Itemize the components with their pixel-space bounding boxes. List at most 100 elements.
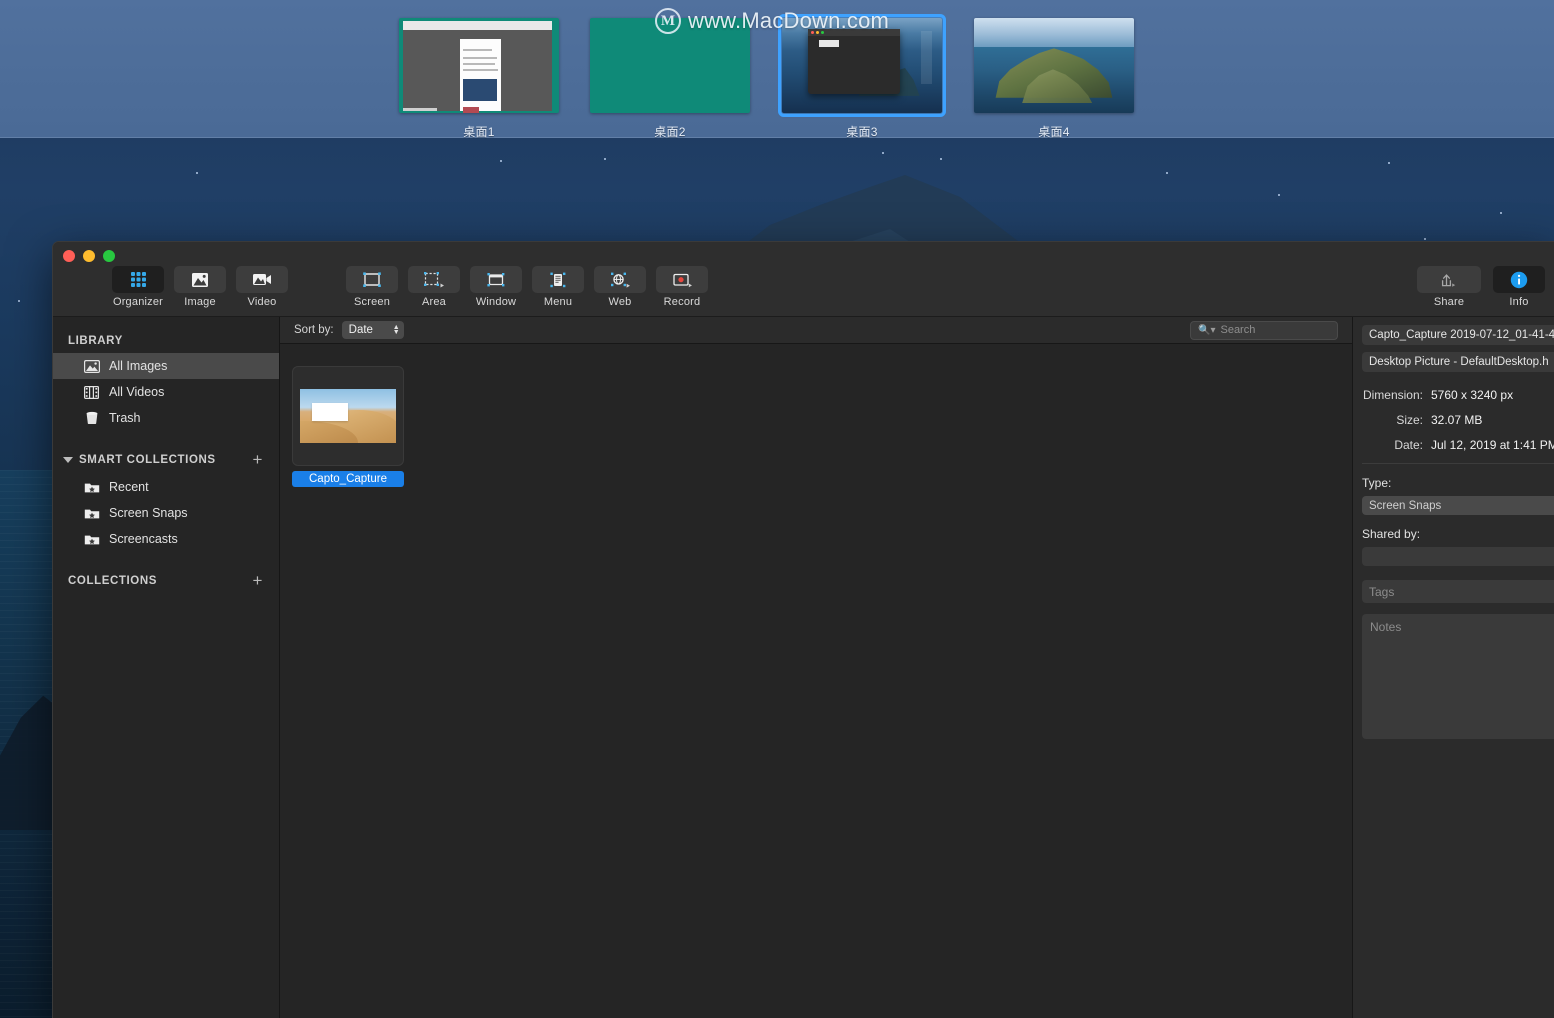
info-tags-field[interactable]: Tags (1362, 580, 1554, 603)
sort-by-label: Sort by: (294, 324, 334, 336)
space-label-3: 桌面3 (846, 125, 878, 139)
toolbar-web-button[interactable]: Web (591, 266, 649, 308)
info-metadata-rows: Dimension: 5760 x 3240 px Size: 32.07 MB… (1362, 388, 1554, 452)
area-capture-icon (408, 266, 460, 293)
sidebar-header-smart-collections-label: SMART COLLECTIONS (79, 453, 216, 466)
toolbar-mode-group: Organizer Image Video (109, 266, 291, 308)
macdown-logo-icon: M (655, 8, 681, 34)
zoom-button[interactable] (103, 250, 115, 262)
info-size-key: Size: (1396, 413, 1423, 427)
sidebar-item-screencasts-label: Screencasts (109, 532, 178, 546)
toolbar-screen-button[interactable]: Screen (343, 266, 401, 308)
sort-bar: Sort by: Date ▲ ▼ 🔍▾ Search (280, 317, 1352, 344)
stepper-icon: ▲ ▼ (392, 324, 400, 336)
toolbar-image-label: Image (184, 296, 216, 308)
info-source-field[interactable]: Desktop Picture - DefaultDesktop.h (1362, 352, 1554, 372)
toolbar-image-button[interactable]: Image (171, 266, 229, 308)
share-icon (1417, 266, 1481, 293)
window-body: LIBRARY All Images All Videos Trash SMAR… (53, 317, 1554, 1018)
info-filename-field[interactable]: Capto_Capture 2019-07-12_01-41-4 (1362, 325, 1554, 345)
toolbar-window-button[interactable]: Window (467, 266, 525, 308)
macdown-watermark-text: www.MacDown.com (688, 8, 890, 33)
capto-app-window: Organizer Image Video Screen Area Window… (52, 241, 1554, 1018)
grid-icon (112, 266, 164, 293)
sidebar-item-screen-snaps-label: Screen Snaps (109, 506, 188, 520)
toolbar-capture-group: Screen Area Window Menu Web Record (343, 266, 711, 308)
toolbar-area-button[interactable]: Area (405, 266, 463, 308)
content-area: Sort by: Date ▲ ▼ 🔍▾ Search Capto_Captur… (280, 317, 1352, 1018)
menu-capture-icon (532, 266, 584, 293)
info-shared-by-field[interactable] (1362, 547, 1554, 566)
info-dimension-value: 5760 x 3240 px (1431, 388, 1514, 402)
sidebar-item-all-images[interactable]: All Images (53, 353, 279, 379)
search-field[interactable]: 🔍▾ Search (1190, 320, 1338, 340)
toolbar-video-button[interactable]: Video (233, 266, 291, 308)
library-sidebar: LIBRARY All Images All Videos Trash SMAR… (53, 317, 280, 1018)
space-thumbnail-2[interactable]: 桌面2 (590, 18, 750, 140)
info-size-value: 32.07 MB (1431, 413, 1483, 427)
asset-thumbnail[interactable] (292, 366, 404, 466)
space-preview-1 (399, 18, 559, 113)
info-tags-placeholder: Tags (1369, 584, 1395, 599)
space-thumbnail-1[interactable]: 桌面1 (399, 18, 559, 140)
info-shared-by-label: Shared by: (1362, 527, 1421, 541)
sidebar-header-collections-label: COLLECTIONS (68, 574, 158, 587)
smart-folder-icon (83, 480, 100, 495)
sidebar-header-collections[interactable]: COLLECTIONS + (53, 566, 279, 595)
toolbar-record-button[interactable]: Record (653, 266, 711, 308)
sidebar-item-screen-snaps[interactable]: Screen Snaps (53, 500, 279, 526)
web-capture-icon (594, 266, 646, 293)
info-row-size: Size: 32.07 MB (1362, 413, 1554, 427)
toolbar-record-label: Record (663, 296, 701, 308)
mojave-desert-dune-image (300, 389, 396, 443)
sidebar-item-screencasts[interactable]: Screencasts (53, 526, 279, 552)
close-button[interactable] (63, 250, 75, 262)
asset-item[interactable]: Capto_Capture (292, 366, 404, 487)
sort-by-value: Date (348, 324, 373, 336)
film-strip-icon (83, 385, 100, 400)
minimize-button[interactable] (83, 250, 95, 262)
space-preview-4 (974, 18, 1134, 113)
space-thumbnail-3[interactable]: 桌面3 (778, 14, 946, 140)
sidebar-item-all-videos[interactable]: All Videos (53, 379, 279, 405)
info-row-date: Date: Jul 12, 2019 at 1:41 PM (1362, 438, 1554, 452)
space-label-1: 桌面1 (463, 125, 495, 139)
search-placeholder: Search (1220, 324, 1256, 336)
toolbar-area-label: Area (421, 296, 447, 308)
asset-grid: Capto_Capture (280, 344, 1352, 1018)
screen-capture-icon (346, 266, 398, 293)
sidebar-item-trash[interactable]: Trash (53, 405, 279, 431)
info-type-value: Screen Snaps (1369, 499, 1442, 512)
space-thumbnail-4[interactable]: 桌面4 (974, 18, 1134, 140)
info-notes-placeholder: Notes (1370, 620, 1402, 634)
toolbar-organizer-button[interactable]: Organizer (109, 266, 167, 308)
sidebar-header-smart-collections[interactable]: SMART COLLECTIONS + (53, 445, 279, 474)
toolbar-share-button[interactable]: Share (1412, 266, 1486, 308)
add-smart-collection-button[interactable]: + (252, 451, 263, 468)
sidebar-item-recent[interactable]: Recent (53, 474, 279, 500)
window-capture-icon (470, 266, 522, 293)
toolbar-menu-label: Menu (543, 296, 573, 308)
trash-icon (83, 411, 100, 426)
chevron-down-icon[interactable] (63, 456, 73, 463)
info-divider (1362, 463, 1554, 464)
info-notes-field[interactable]: Notes (1362, 614, 1554, 739)
app-toolbar: Organizer Image Video Screen Area Window… (53, 242, 1554, 317)
record-icon (656, 266, 708, 293)
toolbar-share-label: Share (1433, 296, 1465, 308)
toolbar-menu-button[interactable]: Menu (529, 266, 587, 308)
add-collection-button[interactable]: + (252, 572, 263, 589)
space-label-2: 桌面2 (654, 125, 686, 139)
toolbar-info-button[interactable]: Info (1490, 266, 1548, 308)
toolbar-info-label: Info (1509, 296, 1529, 308)
toolbar-organizer-label: Organizer (112, 296, 164, 308)
sidebar-header-library: LIBRARY (53, 329, 279, 353)
sort-by-select[interactable]: Date ▲ ▼ (341, 321, 404, 339)
info-type-select[interactable]: Screen Snaps (1362, 496, 1554, 515)
asset-name-label[interactable]: Capto_Capture (292, 471, 404, 487)
smart-folder-icon (83, 532, 100, 547)
sidebar-item-all-videos-label: All Videos (109, 385, 165, 399)
info-dimension-key: Dimension: (1362, 388, 1423, 402)
info-row-dimension: Dimension: 5760 x 3240 px (1362, 388, 1554, 402)
sidebar-item-recent-label: Recent (109, 480, 149, 494)
